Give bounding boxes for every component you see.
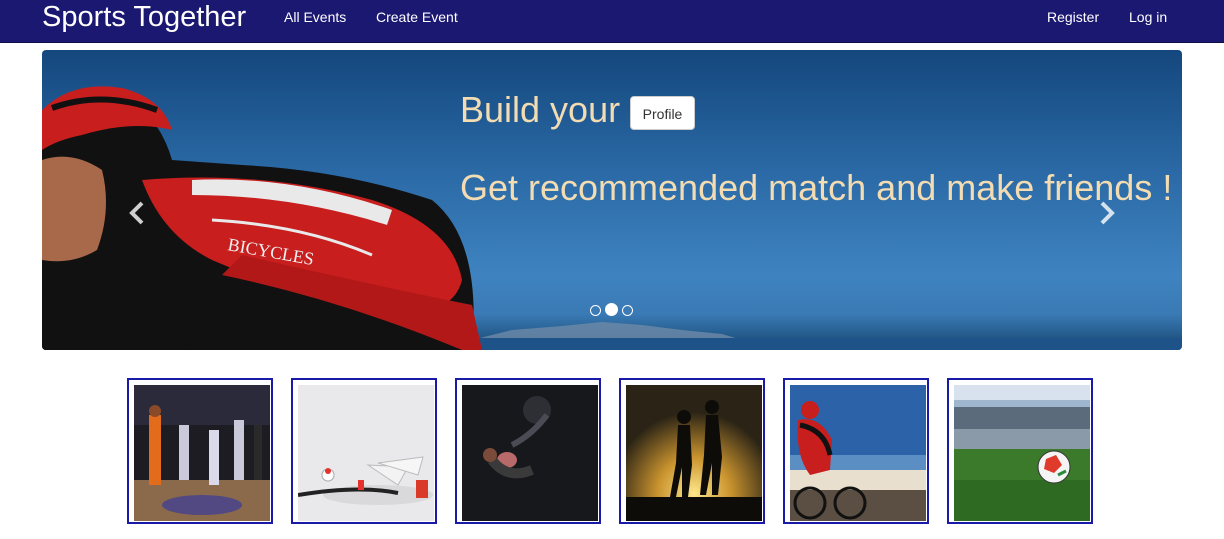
indicator-1[interactable] [590,305,601,316]
thumbnail-gym[interactable] [455,378,601,524]
thumbnail-cycling[interactable] [783,378,929,524]
chevron-right-icon[interactable] [1092,198,1122,228]
indicator-2[interactable] [605,303,618,316]
indicator-3[interactable] [622,305,633,316]
nav-register[interactable]: Register [1047,0,1099,35]
running-image [626,385,762,521]
thumbnail-badminton[interactable] [291,378,437,524]
carousel-subtitle: Get recommended match and make friends ! [460,167,1173,208]
thumbnail-running[interactable] [619,378,765,524]
nav-login[interactable]: Log in [1129,0,1167,35]
nav-all-events[interactable]: All Events [284,0,346,35]
brand-link[interactable]: Sports Together [42,0,246,35]
hero-carousel: BICYCLES Build your Profile Get recommen… [42,50,1182,350]
top-navbar: Sports Together All Events Create Event … [0,0,1224,43]
thumbnail-soccer[interactable] [947,378,1093,524]
nav-create-event[interactable]: Create Event [376,0,458,35]
profile-button[interactable]: Profile [630,96,695,130]
carousel-title: Build your [460,89,621,130]
chevron-left-icon[interactable] [122,198,152,228]
cycling-image [790,385,926,521]
basketball-image [134,385,270,521]
badminton-image [298,385,434,521]
soccer-image [954,385,1090,521]
gym-image [462,385,598,521]
thumbnail-basketball[interactable] [127,378,273,524]
